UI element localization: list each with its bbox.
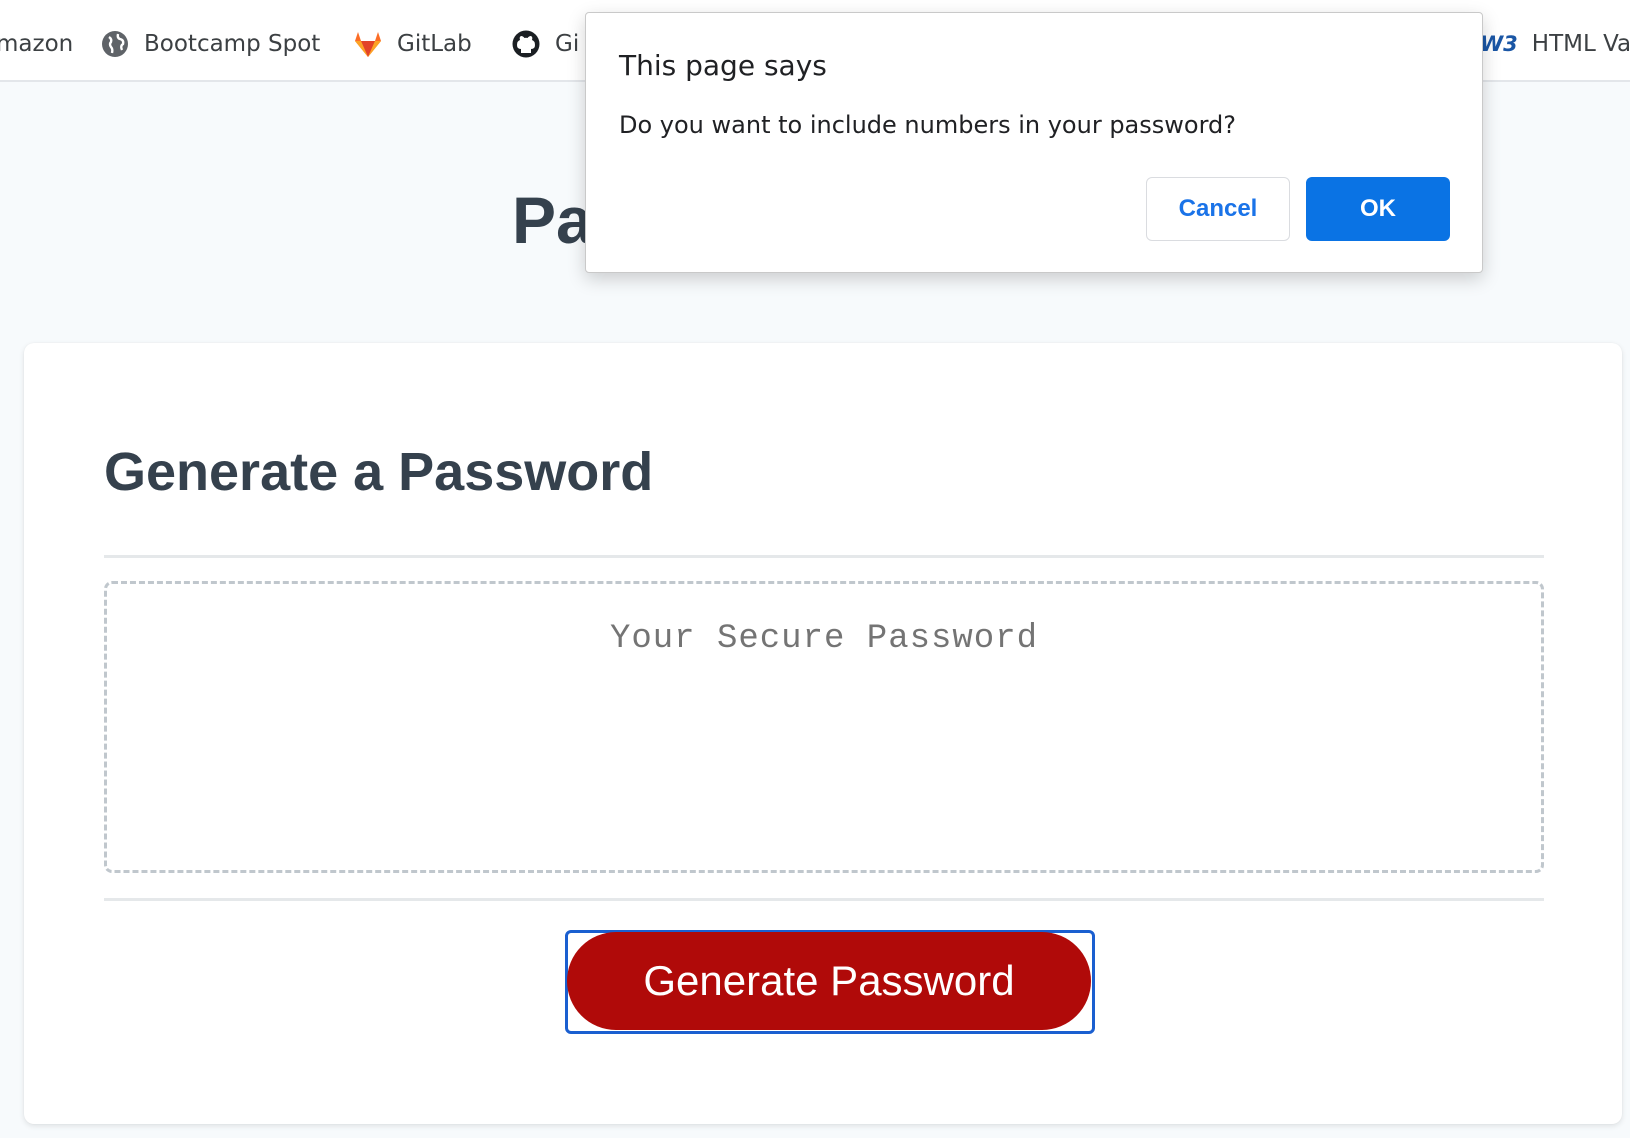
dialog-message: Do you want to include numbers in your p… (619, 111, 1236, 139)
bookmark-bootcamp-spot[interactable]: Bootcamp Spot (100, 26, 320, 62)
cancel-button[interactable]: Cancel (1146, 177, 1290, 241)
gitlab-icon (353, 29, 383, 59)
bookmark-amazon[interactable]: mazon (0, 26, 73, 62)
password-card: Generate a Password Generate Password (24, 343, 1622, 1124)
bookmark-label: HTML Val (1531, 31, 1630, 57)
globe-icon (100, 29, 130, 59)
confirm-dialog: This page says Do you want to include nu… (585, 12, 1483, 273)
bookmark-github[interactable]: Gi (511, 26, 579, 62)
ok-button[interactable]: OK (1306, 177, 1450, 241)
bookmark-label: Bootcamp Spot (144, 31, 321, 57)
card-title: Generate a Password (104, 442, 654, 502)
dialog-title: This page says (619, 49, 827, 82)
card-footer-divider (104, 898, 1544, 901)
generate-password-button[interactable]: Generate Password (567, 932, 1091, 1030)
bookmark-html-validator[interactable]: W3 HTML Val (1480, 26, 1630, 62)
w3c-icon: W3 (1480, 32, 1518, 56)
github-icon (511, 29, 541, 59)
card-header-divider (104, 555, 1544, 558)
bookmark-label: mazon (0, 31, 74, 57)
page-heading: Pa (512, 183, 593, 257)
password-output[interactable] (104, 581, 1544, 873)
bookmark-label: GitLab (397, 31, 472, 57)
bookmark-gitlab[interactable]: GitLab (353, 26, 472, 62)
bookmark-label: Gi (555, 31, 580, 57)
